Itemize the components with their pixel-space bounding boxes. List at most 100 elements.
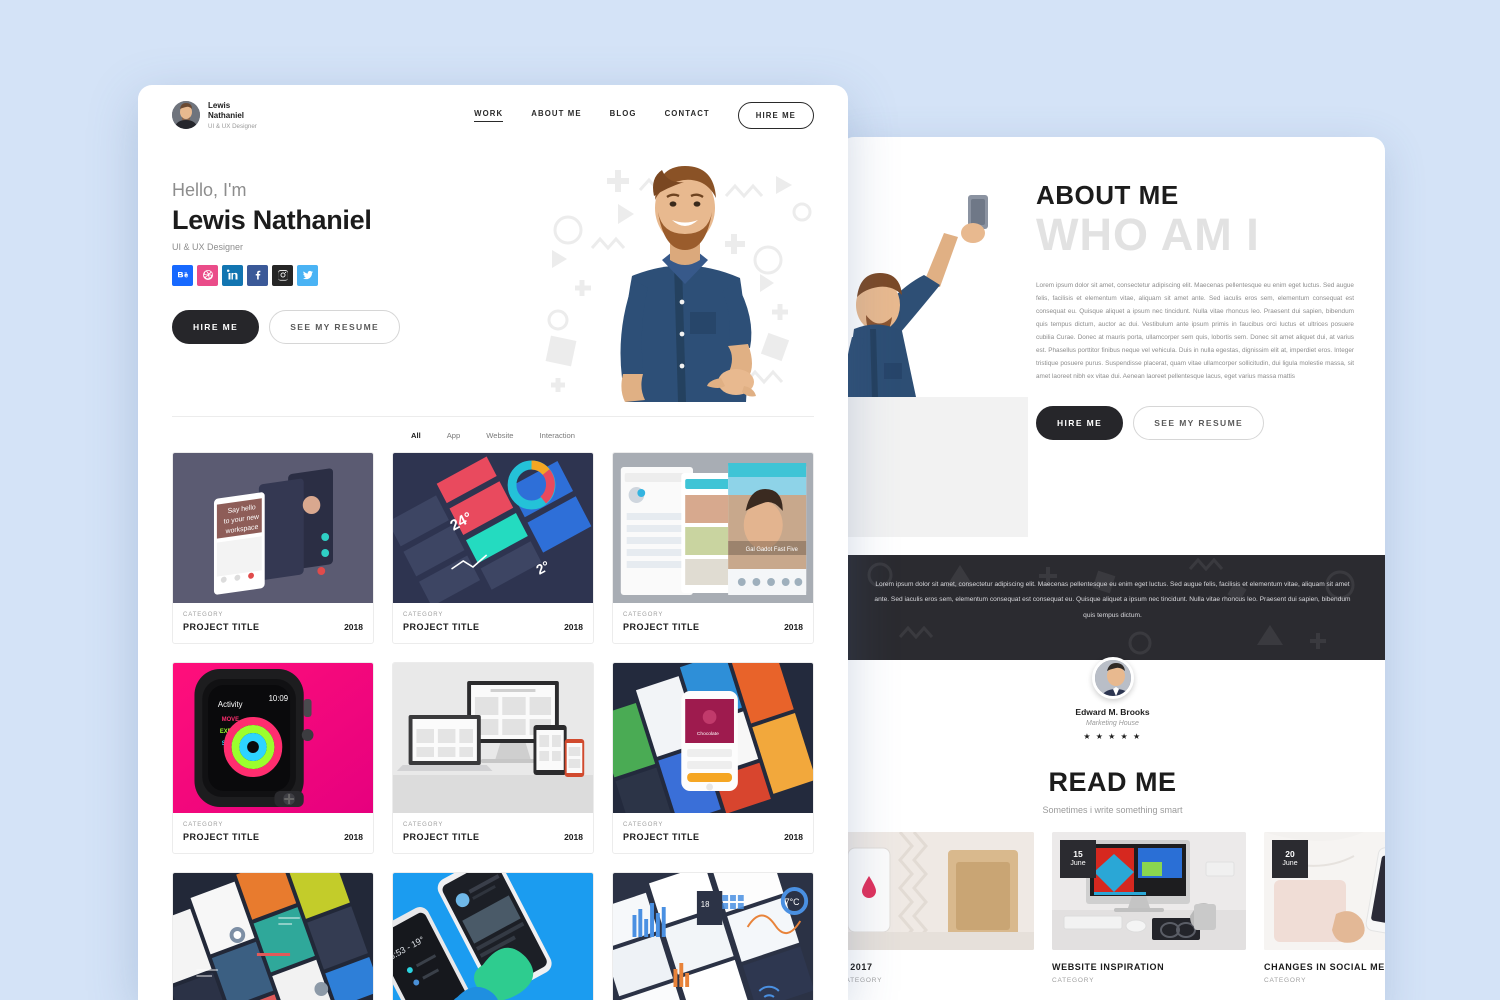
filter-app[interactable]: App	[447, 431, 461, 440]
nav-item-blog[interactable]: BLOG	[610, 109, 637, 121]
twitter-icon[interactable]	[297, 264, 318, 286]
hero-man-illustration	[620, 165, 756, 402]
behance-glyph	[177, 272, 188, 278]
blog-card[interactable]: N 2017 CATEGORY	[840, 832, 1034, 984]
nav-item-about-me[interactable]: ABOUT ME	[531, 109, 581, 121]
behance-icon[interactable]	[172, 264, 193, 286]
blog-card[interactable]: 10:24 20 June CHANGES IN SOCIAL MEDIA CA…	[1264, 832, 1385, 984]
project-title: PROJECT TITLE	[623, 831, 700, 842]
project-title: PROJECT TITLE	[403, 831, 480, 842]
project-meta: CATEGORY PROJECT TITLE 2018	[613, 603, 813, 643]
svg-text:7°C: 7°C	[785, 897, 800, 907]
project-category: CATEGORY	[403, 821, 444, 828]
dashboard-isometric-mockup: 24° 2°	[393, 452, 593, 603]
project-meta: CATEGORY PROJECT TITLE 2018	[613, 813, 813, 853]
brand-name-line1: Lewis	[208, 101, 231, 110]
project-category: CATEGORY	[183, 611, 224, 618]
smartwatch-pink-mockup: Activity 10:09 MOVE EXERCISE STAND	[173, 662, 373, 813]
dribbble-icon[interactable]	[197, 264, 218, 286]
project-category: CATEGORY	[403, 611, 444, 618]
hero-resume-button[interactable]: SEE MY RESUME	[269, 309, 401, 344]
blog-card-category: CATEGORY	[1052, 977, 1095, 984]
testimonial-author-block: Edward M. Brooks Marketing House ★ ★ ★ ★…	[840, 657, 1385, 741]
project-year: 2018	[784, 621, 803, 632]
brand-avatar	[172, 101, 200, 130]
brand-role: UI & UX Designer	[208, 122, 257, 130]
project-category: CATEGORY	[623, 821, 664, 828]
testimonial-quote: Lorem ipsum dolor sit amet, consectetur …	[874, 581, 1351, 619]
project-thumbnail: Chocolate	[613, 662, 813, 813]
project-thumbnail	[173, 872, 373, 1000]
project-card[interactable]: Say hello to your new workspace CATEGORY…	[172, 451, 374, 644]
project-thumbnail: Activity 10:09 MOVE EXERCISE STAND	[173, 662, 373, 813]
testimonial-author-name: Edward M. Brooks	[1075, 707, 1150, 717]
project-year: 2018	[784, 831, 803, 842]
project-thumbnail: Say hello to your new workspace	[173, 452, 373, 603]
project-card[interactable]: CATEGORY PROJECT TITLE 2018	[392, 661, 594, 854]
svg-text:Activity: Activity	[218, 700, 243, 709]
colorful-ui-kit-mockup: Chocolate	[613, 662, 813, 813]
blog-card[interactable]: 15 June WEBSITE INSPIRATION CATEGORY	[1052, 832, 1246, 984]
about-panel: ABOUT ME WHO AM I Lorem ipsum dolor sit …	[840, 137, 1385, 1000]
airbnb-phone-photo	[840, 832, 1034, 950]
filter-website[interactable]: Website	[486, 431, 513, 440]
project-card[interactable]: CATEGORY PROJECT TITLE 2018	[172, 871, 374, 1000]
instagram-icon[interactable]	[272, 264, 293, 286]
linkedin-icon[interactable]	[222, 264, 243, 286]
project-thumbnail	[393, 662, 593, 813]
blog-date-month: June	[1070, 859, 1086, 867]
svg-text:10:09: 10:09	[269, 694, 289, 703]
project-thumbnail: 24° 2°	[393, 452, 593, 603]
avatar-portrait-icon	[1094, 660, 1131, 696]
dribbble-glyph	[202, 270, 213, 281]
portfolio-filters: All App Website Interaction	[138, 417, 848, 452]
blog-section-subtitle: Sometimes i write something smart	[1042, 805, 1183, 815]
hero-hire-me-button[interactable]: HIRE ME	[172, 309, 260, 344]
project-meta: CATEGORY PROJECT TITLE 2018	[173, 603, 373, 643]
nav-item-work[interactable]: WORK	[474, 109, 504, 122]
blog-thumbnail: 10:24 20 June	[1264, 832, 1385, 950]
testimonial-author-company: Marketing House	[1086, 720, 1139, 727]
project-card[interactable]: 7°C 18 CATEGORY PROJECT TITLE 2018	[612, 871, 814, 1000]
svg-text:Gal Gadot Fast Five: Gal Gadot Fast Five	[746, 547, 799, 553]
main-navigation: WORK ABOUT ME BLOG CONTACT HIRE ME	[474, 101, 814, 129]
project-card[interactable]: 3:53 - 19° CATEGORY PROJECT TITLE 2018	[392, 871, 594, 1000]
blog-card-category: CATEGORY	[1264, 977, 1307, 984]
project-title: PROJECT TITLE	[403, 621, 480, 632]
portfolio-panel: Lewis Nathaniel UI & UX Designer WORK AB…	[138, 85, 848, 1000]
instagram-glyph	[277, 270, 288, 281]
project-meta: CATEGORY PROJECT TITLE 2018	[393, 603, 593, 643]
about-kicker: ABOUT ME	[1036, 180, 1179, 210]
filter-all[interactable]: All	[411, 431, 421, 440]
facebook-icon[interactable]	[247, 264, 268, 286]
about-resume-button[interactable]: SEE MY RESUME	[1133, 405, 1265, 440]
svg-text:18: 18	[701, 900, 710, 909]
testimonial-rating-stars: ★ ★ ★ ★ ★	[1083, 732, 1142, 741]
app-screens-dark-mockup: Say hello to your new workspace	[173, 452, 373, 603]
project-meta: CATEGORY PROJECT TITLE 2018	[173, 813, 373, 853]
responsive-devices-mockup	[393, 662, 593, 813]
testimonial-band: Lorem ipsum dolor sit amet, consectetur …	[840, 555, 1385, 660]
project-card[interactable]: Gal Gadot Fast Five CATEGORY PROJECT TIT…	[612, 451, 814, 644]
filter-interaction[interactable]: Interaction	[540, 431, 575, 440]
project-meta: CATEGORY PROJECT TITLE 2018	[393, 813, 593, 853]
testimonial-avatar	[1091, 657, 1134, 699]
blog-card-category: CATEGORY	[840, 977, 883, 984]
brand-logo[interactable]: Lewis Nathaniel UI & UX Designer	[172, 101, 257, 130]
nav-hire-me-button[interactable]: HIRE ME	[737, 101, 814, 129]
project-card[interactable]: Activity 10:09 MOVE EXERCISE STAND CATEG…	[172, 661, 374, 854]
hero-artwork	[530, 152, 830, 402]
project-card[interactable]: Chocolate CATEGORY PROJECT TITLE 2018	[612, 661, 814, 854]
blog-card-title: CHANGES IN SOCIAL MEDIA	[1264, 962, 1385, 972]
about-hire-me-button[interactable]: HIRE ME	[1036, 405, 1124, 440]
nav-item-contact[interactable]: CONTACT	[665, 109, 710, 121]
svg-text:Chocolate: Chocolate	[697, 731, 719, 737]
blog-date-badge: 15 June	[1060, 840, 1096, 878]
blog-thumbnail	[840, 832, 1034, 950]
svg-text:MOVE: MOVE	[222, 717, 239, 723]
social-app-light-mockup: Gal Gadot Fast Five	[613, 452, 813, 603]
project-card[interactable]: 24° 2° CATEGORY PROJECT TITLE 2018	[392, 451, 594, 644]
project-title: PROJECT TITLE	[183, 621, 260, 632]
project-thumbnail: 7°C 18	[613, 872, 813, 1000]
about-ghost-title: WHO AM I	[1036, 209, 1260, 261]
